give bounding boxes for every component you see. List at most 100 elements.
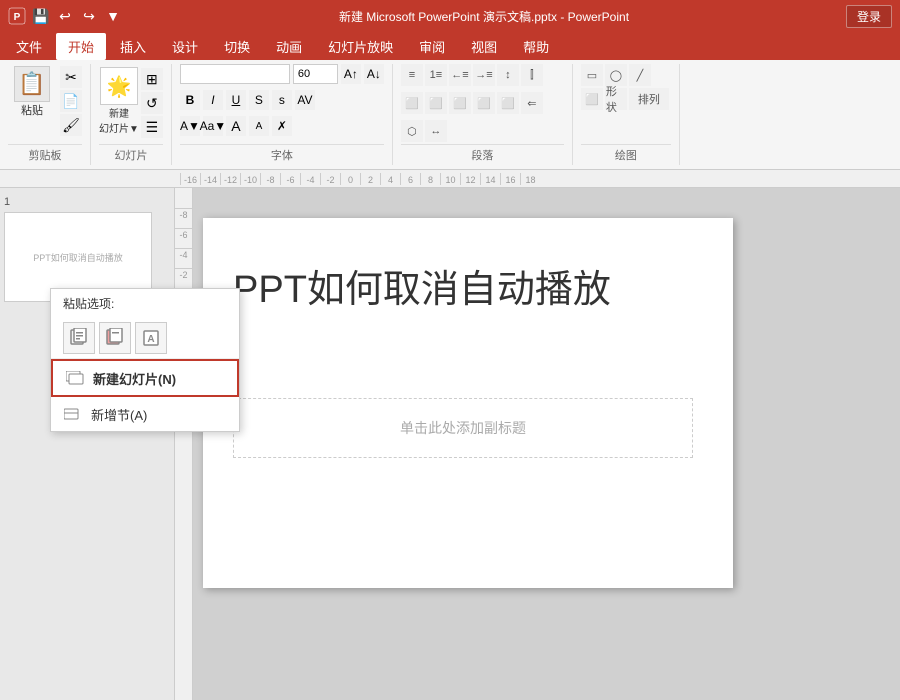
smartart-button[interactable]: ⬡ (401, 120, 423, 142)
new-slide-icon (65, 368, 85, 388)
shadow-button[interactable]: s (272, 90, 292, 110)
svg-text:A: A (147, 334, 154, 345)
slide-subtitle-placeholder[interactable]: 单击此处添加副标题 (233, 398, 693, 458)
menu-animations[interactable]: 动画 (264, 33, 314, 60)
ruler-mark: -8 (260, 173, 280, 185)
menu-design[interactable]: 设计 (160, 33, 210, 60)
justify-button[interactable]: ⬜ (473, 92, 495, 114)
menu-transitions[interactable]: 切换 (212, 33, 262, 60)
context-menu-new-slide[interactable]: 新建幻灯片(N) (51, 359, 239, 397)
align-left-button[interactable]: ⬜ (401, 92, 423, 114)
app-icon: P (8, 7, 26, 25)
new-slide-button[interactable]: 🌟 新建幻灯片▼ (99, 67, 139, 135)
menu-home[interactable]: 开始 (56, 33, 106, 60)
paste-icon: 📋 (14, 66, 50, 102)
font-size-input[interactable]: 60 (293, 64, 338, 84)
font-a-big-button[interactable]: A (226, 116, 246, 136)
font-increase-button[interactable]: A↑ (341, 64, 361, 84)
ruler-mark: -4 (300, 173, 320, 185)
context-menu-new-section[interactable]: 新增节(A) (51, 397, 239, 431)
numbering-button[interactable]: 1≡ (425, 64, 447, 86)
ruler-mark: 6 (400, 173, 420, 185)
canvas-area[interactable]: PPT如何取消自动播放 单击此处添加副标题 (193, 188, 900, 700)
shape-rect-button[interactable]: ▭ (581, 64, 603, 86)
font-color-a-button[interactable]: A▼ (180, 116, 200, 136)
font-group-label: 字体 (180, 144, 384, 165)
save-icon[interactable]: 💾 (32, 7, 50, 25)
line-spacing-button[interactable]: ↕ (497, 64, 519, 86)
customize-icon[interactable]: ▼ (104, 7, 122, 25)
ruler-mark: 10 (440, 173, 460, 185)
ribbon-group-font: 60 A↑ A↓ B I U S s AV A▼ Aa▼ A A ✗ 字体 (172, 64, 393, 165)
menu-view[interactable]: 视图 (459, 33, 509, 60)
menu-bar: 文件 开始 插入 设计 切换 动画 幻灯片放映 审阅 视图 帮助 (0, 32, 900, 60)
context-menu: 粘贴选项: (50, 288, 240, 432)
svg-text:P: P (14, 12, 21, 23)
v-ruler-mark: -4 (175, 248, 192, 268)
new-section-label: 新增节(A) (91, 405, 147, 424)
layout-button[interactable]: ⊞ (141, 68, 163, 90)
paste-option-merge[interactable] (99, 322, 131, 354)
ruler-mark: -10 (240, 173, 260, 185)
ribbon-group-drawing: ▭ ◯ ╱ ⬜ 形状 排列 绘图 (573, 64, 680, 165)
ruler-mark: -2 (320, 173, 340, 185)
paste-button[interactable]: 📋 粘贴 (8, 64, 56, 120)
italic-button[interactable]: I (203, 90, 223, 110)
ruler-mark: 8 (420, 173, 440, 185)
paste-option-text-only[interactable]: A (135, 322, 167, 354)
arrange-button[interactable]: 形状 (605, 88, 627, 110)
font-decrease-button[interactable]: A↓ (364, 64, 384, 84)
char-spacing-button[interactable]: AV (295, 90, 315, 110)
subtitle-placeholder-text: 单击此处添加副标题 (400, 418, 526, 438)
cut-button[interactable]: ✂ (60, 66, 82, 88)
drawing-group-label: 绘图 (581, 144, 671, 165)
align-top-button[interactable]: ⬜ (497, 92, 519, 114)
align-center-button[interactable]: ⬜ (425, 92, 447, 114)
menu-review[interactable]: 审阅 (407, 33, 457, 60)
font-aa-button[interactable]: Aa▼ (203, 116, 223, 136)
paste-option-keep-source[interactable] (63, 322, 95, 354)
login-button[interactable]: 登录 (846, 5, 892, 28)
slide-canvas[interactable]: PPT如何取消自动播放 单击此处添加副标题 (203, 218, 733, 588)
font-a-small-button[interactable]: A (249, 116, 269, 136)
bold-button[interactable]: B (180, 90, 200, 110)
text-dir-button[interactable]: ↔ (425, 120, 447, 142)
horizontal-ruler: -16 -14 -12 -10 -8 -6 -4 -2 0 2 4 6 8 10… (0, 170, 900, 188)
indent-dec-button[interactable]: ←≡ (449, 64, 471, 86)
underline-button[interactable]: U (226, 90, 246, 110)
ruler-mark: 12 (460, 173, 480, 185)
window-controls: P 💾 ↩ ↪ ▼ (8, 7, 122, 25)
cols-button[interactable]: ⫿ (521, 64, 543, 86)
menu-slideshow[interactable]: 幻灯片放映 (316, 33, 405, 60)
strikethrough-button[interactable]: S (249, 90, 269, 110)
menu-insert[interactable]: 插入 (108, 33, 158, 60)
ribbon: 📋 粘贴 ✂ 📄 🖌 剪贴板 🌟 新建幻灯片▼ (0, 60, 900, 170)
clear-format-button[interactable]: ✗ (272, 116, 292, 136)
rtl-button[interactable]: ⇐ (521, 92, 543, 114)
paste-label: 粘贴 (21, 102, 43, 118)
redo-icon[interactable]: ↪ (80, 7, 98, 25)
paragraph-group-label: 段落 (401, 144, 564, 165)
ruler-mark: -16 (180, 173, 200, 185)
shape-line-button[interactable]: ╱ (629, 64, 651, 86)
align-right-button[interactable]: ⬜ (449, 92, 471, 114)
slide-title[interactable]: PPT如何取消自动播放 (233, 258, 611, 313)
bullets-button[interactable]: ≡ (401, 64, 423, 86)
indent-inc-button[interactable]: →≡ (473, 64, 495, 86)
vertical-ruler: -8 -6 -4 -2 0 2 4 6 (175, 188, 193, 700)
undo-icon[interactable]: ↩ (56, 7, 74, 25)
shape-more-button[interactable]: ⬜ (581, 88, 603, 110)
menu-help[interactable]: 帮助 (511, 33, 561, 60)
main-area: 1 PPT如何取消自动播放 粘贴选项: (0, 188, 900, 700)
menu-file[interactable]: 文件 (4, 33, 54, 60)
font-name-input[interactable] (180, 64, 290, 84)
ruler-mark: 0 (340, 173, 360, 185)
ruler-marks: -16 -14 -12 -10 -8 -6 -4 -2 0 2 4 6 8 10… (180, 173, 540, 185)
ruler-mark: 18 (520, 173, 540, 185)
sort-button[interactable]: 排列 (629, 88, 669, 110)
section-button[interactable]: ☰ (141, 116, 163, 138)
reset-button[interactable]: ↺ (141, 92, 163, 114)
slide-panel: 1 PPT如何取消自动播放 粘贴选项: (0, 188, 175, 700)
copy-button[interactable]: 📄 (60, 90, 82, 112)
format-painter-button[interactable]: 🖌 (60, 114, 82, 136)
